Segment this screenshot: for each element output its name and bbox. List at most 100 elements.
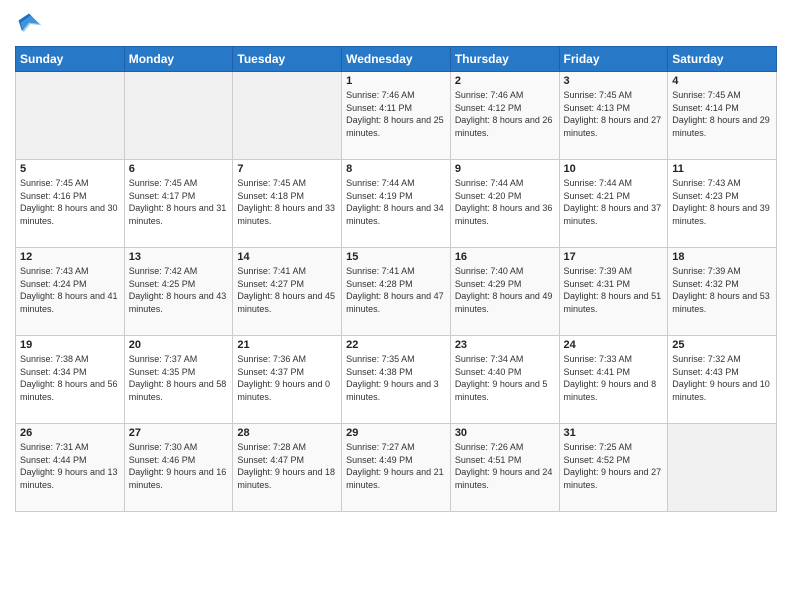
day-info: Sunrise: 7:44 AMSunset: 4:20 PMDaylight:… bbox=[455, 177, 555, 227]
day-number: 25 bbox=[672, 339, 772, 351]
calendar-cell: 22 Sunrise: 7:35 AMSunset: 4:38 PMDayligh… bbox=[342, 336, 451, 424]
day-info: Sunrise: 7:30 AMSunset: 4:46 PMDaylight:… bbox=[129, 441, 229, 491]
calendar-cell: 6 Sunrise: 7:45 AMSunset: 4:17 PMDaylight… bbox=[124, 160, 233, 248]
day-number: 23 bbox=[455, 339, 555, 351]
calendar-table: SundayMondayTuesdayWednesdayThursdayFrid… bbox=[15, 46, 777, 512]
calendar-cell: 16 Sunrise: 7:40 AMSunset: 4:29 PMDayligh… bbox=[450, 248, 559, 336]
day-info: Sunrise: 7:39 AMSunset: 4:32 PMDaylight:… bbox=[672, 265, 772, 315]
day-number: 18 bbox=[672, 251, 772, 263]
day-info: Sunrise: 7:45 AMSunset: 4:14 PMDaylight:… bbox=[672, 89, 772, 139]
week-row-2: 5 Sunrise: 7:45 AMSunset: 4:16 PMDaylight… bbox=[16, 160, 777, 248]
day-number: 3 bbox=[564, 75, 664, 87]
calendar-cell: 1Sunrise: 7:46 AMSunset: 4:11 PMDaylight… bbox=[342, 72, 451, 160]
calendar-cell: 25 Sunrise: 7:32 AMSunset: 4:43 PMDayligh… bbox=[668, 336, 777, 424]
day-number: 6 bbox=[129, 163, 229, 175]
day-info: Sunrise: 7:35 AMSunset: 4:38 PMDaylight:… bbox=[346, 353, 446, 403]
calendar-cell: 23 Sunrise: 7:34 AMSunset: 4:40 PMDayligh… bbox=[450, 336, 559, 424]
day-info: Sunrise: 7:45 AMSunset: 4:13 PMDaylight:… bbox=[564, 89, 664, 139]
day-number: 21 bbox=[237, 339, 337, 351]
weekday-header-row: SundayMondayTuesdayWednesdayThursdayFrid… bbox=[16, 47, 777, 72]
weekday-header-monday: Monday bbox=[124, 47, 233, 72]
day-number: 11 bbox=[672, 163, 772, 175]
calendar-cell bbox=[16, 72, 125, 160]
calendar-cell: 3 Sunrise: 7:45 AMSunset: 4:13 PMDaylight… bbox=[559, 72, 668, 160]
weekday-header-saturday: Saturday bbox=[668, 47, 777, 72]
day-number: 16 bbox=[455, 251, 555, 263]
calendar-cell: 17 Sunrise: 7:39 AMSunset: 4:31 PMDayligh… bbox=[559, 248, 668, 336]
calendar-cell bbox=[668, 424, 777, 512]
logo bbox=[15, 10, 47, 38]
calendar-cell: 18 Sunrise: 7:39 AMSunset: 4:32 PMDayligh… bbox=[668, 248, 777, 336]
calendar-cell: 5 Sunrise: 7:45 AMSunset: 4:16 PMDaylight… bbox=[16, 160, 125, 248]
calendar-cell: 13 Sunrise: 7:42 AMSunset: 4:25 PMDayligh… bbox=[124, 248, 233, 336]
day-info: Sunrise: 7:41 AMSunset: 4:27 PMDaylight:… bbox=[237, 265, 337, 315]
day-info: Sunrise: 7:32 AMSunset: 4:43 PMDaylight:… bbox=[672, 353, 772, 403]
day-number: 14 bbox=[237, 251, 337, 263]
logo-icon bbox=[15, 10, 43, 38]
day-info: Sunrise: 7:44 AMSunset: 4:21 PMDaylight:… bbox=[564, 177, 664, 227]
day-info: Sunrise: 7:43 AMSunset: 4:23 PMDaylight:… bbox=[672, 177, 772, 227]
day-info: Sunrise: 7:27 AMSunset: 4:49 PMDaylight:… bbox=[346, 441, 446, 491]
day-number: 19 bbox=[20, 339, 120, 351]
day-number: 4 bbox=[672, 75, 772, 87]
day-info: Sunrise: 7:44 AMSunset: 4:19 PMDaylight:… bbox=[346, 177, 446, 227]
weekday-header-tuesday: Tuesday bbox=[233, 47, 342, 72]
calendar-cell: 27 Sunrise: 7:30 AMSunset: 4:46 PMDayligh… bbox=[124, 424, 233, 512]
day-info: Sunrise: 7:40 AMSunset: 4:29 PMDaylight:… bbox=[455, 265, 555, 315]
day-info: Sunrise: 7:43 AMSunset: 4:24 PMDaylight:… bbox=[20, 265, 120, 315]
calendar-cell: 10 Sunrise: 7:44 AMSunset: 4:21 PMDayligh… bbox=[559, 160, 668, 248]
day-number: 2 bbox=[455, 75, 555, 87]
calendar-cell: 30Sunrise: 7:26 AMSunset: 4:51 PMDayligh… bbox=[450, 424, 559, 512]
page: SundayMondayTuesdayWednesdayThursdayFrid… bbox=[0, 0, 792, 612]
day-info: Sunrise: 7:25 AMSunset: 4:52 PMDaylight:… bbox=[564, 441, 664, 491]
calendar-cell bbox=[233, 72, 342, 160]
week-row-4: 19 Sunrise: 7:38 AMSunset: 4:34 PMDayligh… bbox=[16, 336, 777, 424]
day-info: Sunrise: 7:45 AMSunset: 4:16 PMDaylight:… bbox=[20, 177, 120, 227]
day-number: 5 bbox=[20, 163, 120, 175]
day-number: 31 bbox=[564, 427, 664, 439]
calendar-cell: 8 Sunrise: 7:44 AMSunset: 4:19 PMDaylight… bbox=[342, 160, 451, 248]
day-info: Sunrise: 7:37 AMSunset: 4:35 PMDaylight:… bbox=[129, 353, 229, 403]
calendar-cell: 11 Sunrise: 7:43 AMSunset: 4:23 PMDayligh… bbox=[668, 160, 777, 248]
week-row-1: 1Sunrise: 7:46 AMSunset: 4:11 PMDaylight… bbox=[16, 72, 777, 160]
day-number: 17 bbox=[564, 251, 664, 263]
day-info: Sunrise: 7:39 AMSunset: 4:31 PMDaylight:… bbox=[564, 265, 664, 315]
calendar-cell: 20 Sunrise: 7:37 AMSunset: 4:35 PMDayligh… bbox=[124, 336, 233, 424]
day-number: 28 bbox=[237, 427, 337, 439]
weekday-header-sunday: Sunday bbox=[16, 47, 125, 72]
calendar-cell: 21 Sunrise: 7:36 AMSunset: 4:37 PMDayligh… bbox=[233, 336, 342, 424]
day-number: 29 bbox=[346, 427, 446, 439]
day-number: 10 bbox=[564, 163, 664, 175]
calendar-cell: 19 Sunrise: 7:38 AMSunset: 4:34 PMDayligh… bbox=[16, 336, 125, 424]
header bbox=[15, 10, 777, 38]
day-number: 13 bbox=[129, 251, 229, 263]
calendar-cell: 31 Sunrise: 7:25 AMSunset: 4:52 PMDayligh… bbox=[559, 424, 668, 512]
day-number: 12 bbox=[20, 251, 120, 263]
day-number: 26 bbox=[20, 427, 120, 439]
calendar-cell: 24 Sunrise: 7:33 AMSunset: 4:41 PMDayligh… bbox=[559, 336, 668, 424]
weekday-header-friday: Friday bbox=[559, 47, 668, 72]
day-number: 8 bbox=[346, 163, 446, 175]
day-info: Sunrise: 7:41 AMSunset: 4:28 PMDaylight:… bbox=[346, 265, 446, 315]
weekday-header-wednesday: Wednesday bbox=[342, 47, 451, 72]
calendar-cell: 26 Sunrise: 7:31 AMSunset: 4:44 PMDayligh… bbox=[16, 424, 125, 512]
day-info: Sunrise: 7:33 AMSunset: 4:41 PMDaylight:… bbox=[564, 353, 664, 403]
day-info: Sunrise: 7:45 AMSunset: 4:17 PMDaylight:… bbox=[129, 177, 229, 227]
day-info: Sunrise: 7:34 AMSunset: 4:40 PMDaylight:… bbox=[455, 353, 555, 403]
day-number: 20 bbox=[129, 339, 229, 351]
day-info: Sunrise: 7:42 AMSunset: 4:25 PMDaylight:… bbox=[129, 265, 229, 315]
week-row-5: 26 Sunrise: 7:31 AMSunset: 4:44 PMDayligh… bbox=[16, 424, 777, 512]
day-number: 24 bbox=[564, 339, 664, 351]
day-info: Sunrise: 7:46 AMSunset: 4:11 PMDaylight:… bbox=[346, 89, 446, 139]
day-number: 30 bbox=[455, 427, 555, 439]
day-info: Sunrise: 7:28 AMSunset: 4:47 PMDaylight:… bbox=[237, 441, 337, 491]
day-number: 22 bbox=[346, 339, 446, 351]
day-info: Sunrise: 7:36 AMSunset: 4:37 PMDaylight:… bbox=[237, 353, 337, 403]
day-info: Sunrise: 7:45 AMSunset: 4:18 PMDaylight:… bbox=[237, 177, 337, 227]
day-number: 27 bbox=[129, 427, 229, 439]
day-info: Sunrise: 7:31 AMSunset: 4:44 PMDaylight:… bbox=[20, 441, 120, 491]
day-number: 7 bbox=[237, 163, 337, 175]
day-info: Sunrise: 7:38 AMSunset: 4:34 PMDaylight:… bbox=[20, 353, 120, 403]
calendar-cell: 29 Sunrise: 7:27 AMSunset: 4:49 PMDayligh… bbox=[342, 424, 451, 512]
calendar-cell: 2Sunrise: 7:46 AMSunset: 4:12 PMDaylight… bbox=[450, 72, 559, 160]
